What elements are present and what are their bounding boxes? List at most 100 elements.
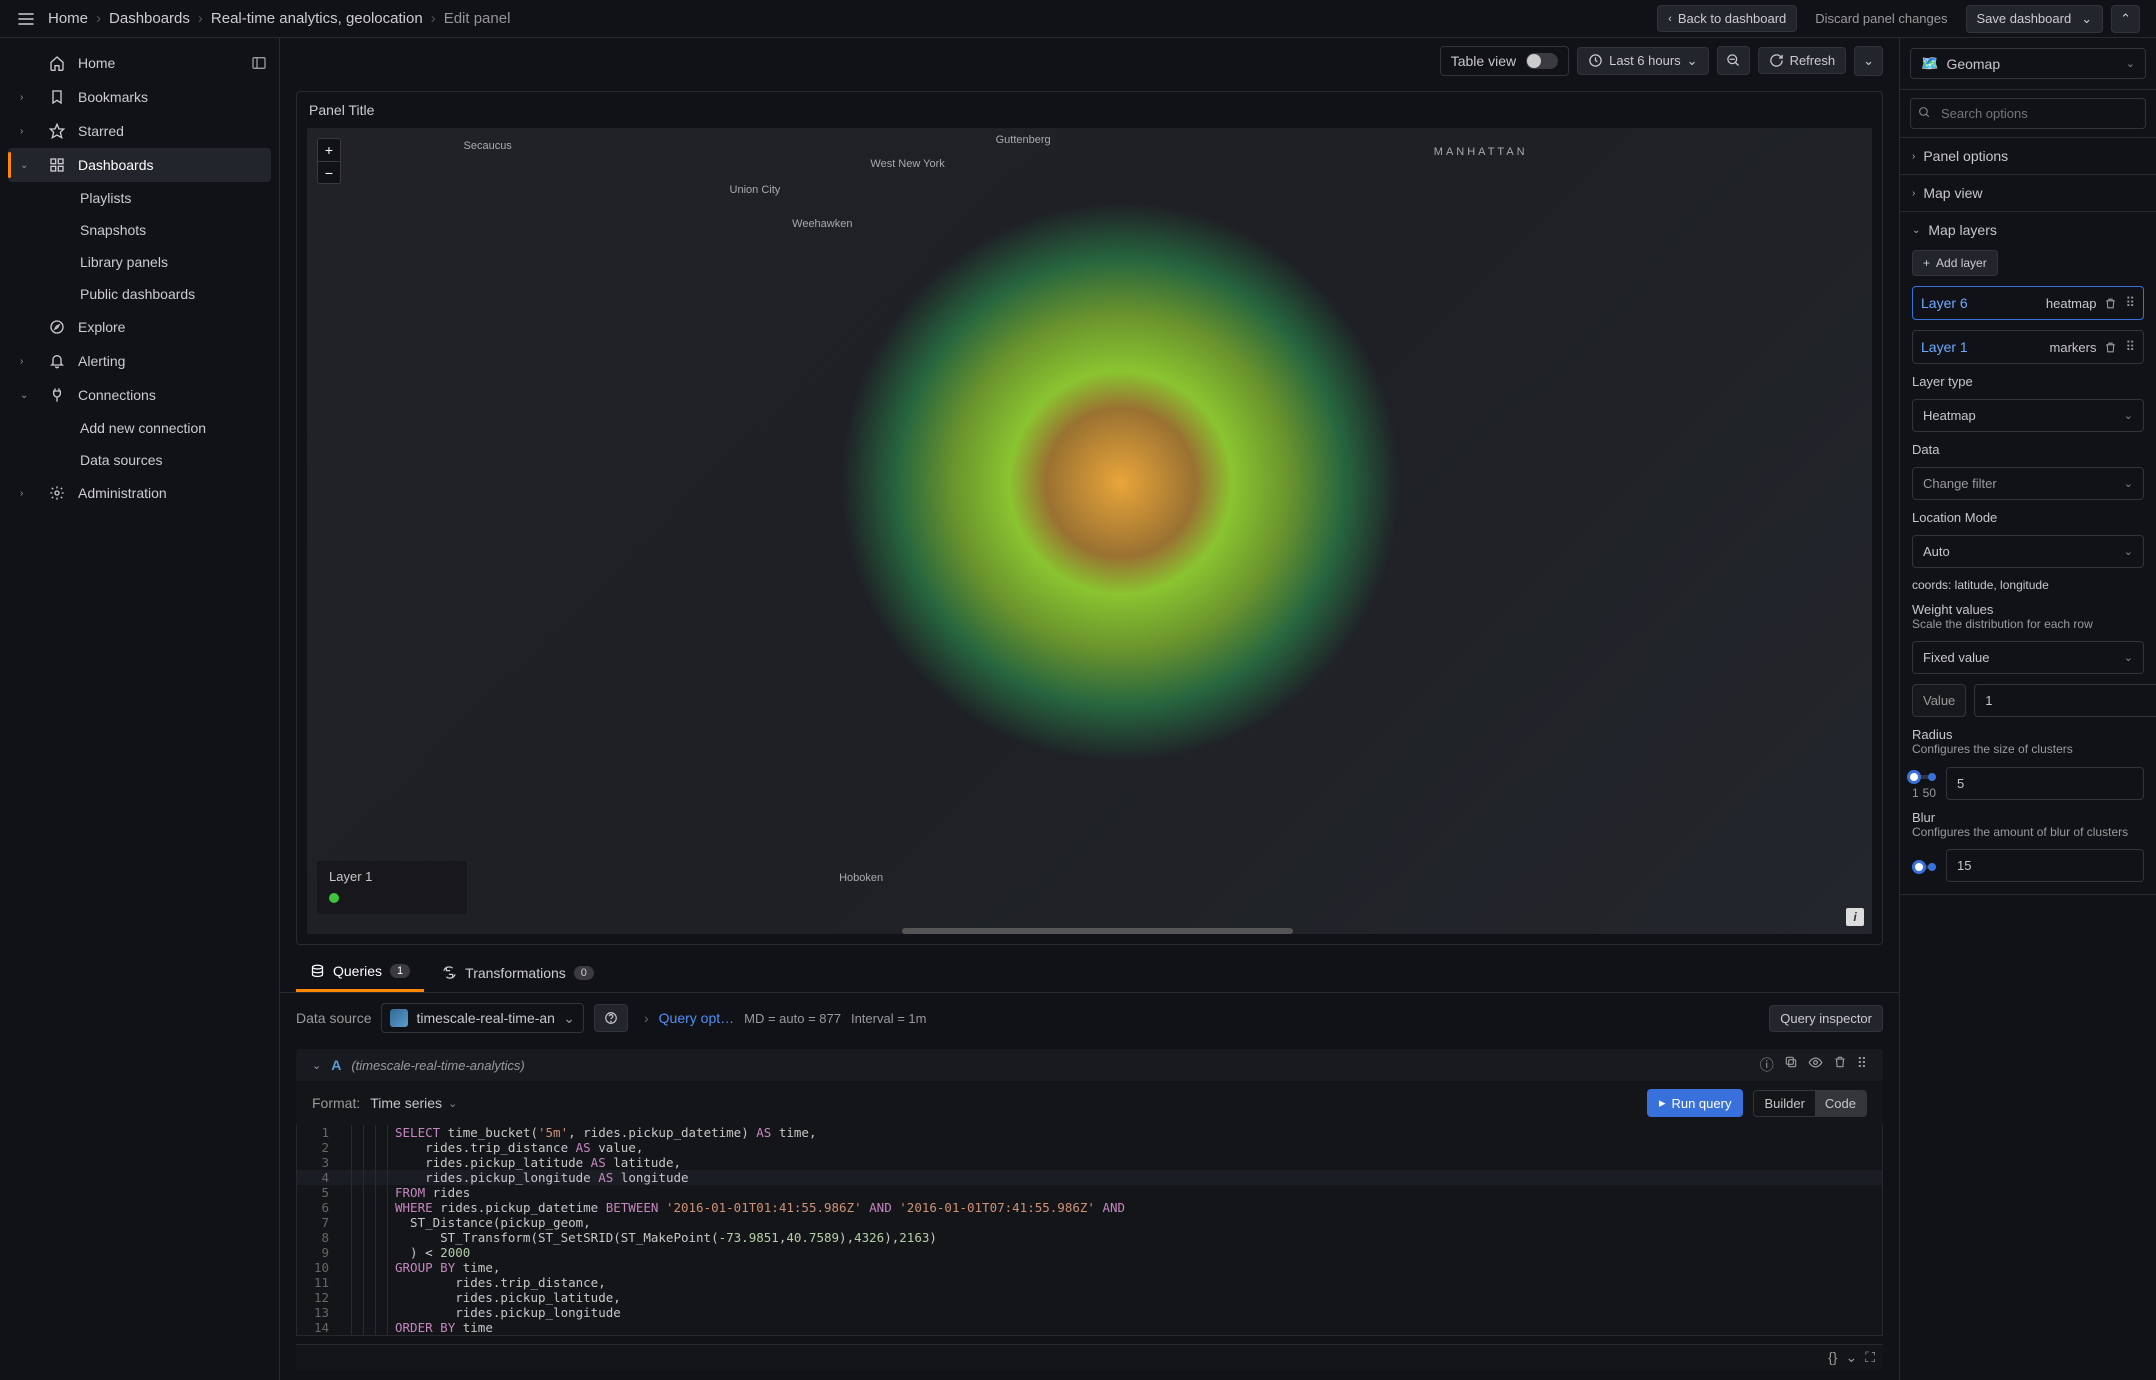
- horizontal-scrollbar[interactable]: [902, 928, 1293, 934]
- sidebar-item-admin[interactable]: ›Administration: [8, 476, 271, 510]
- layer-row-1[interactable]: Layer 1 markers ⠿: [1912, 330, 2144, 364]
- sidebar-item-datasources[interactable]: Data sources: [8, 444, 271, 476]
- time-range-button[interactable]: Last 6 hours ⌄: [1577, 47, 1708, 75]
- braces-button[interactable]: {}: [1828, 1349, 1837, 1366]
- trash-icon[interactable]: [2104, 297, 2117, 310]
- dock-icon[interactable]: [239, 47, 279, 79]
- star-icon: [48, 122, 66, 140]
- geomap[interactable]: Guttenberg Secaucus West New York Union …: [307, 128, 1872, 934]
- query-options-link[interactable]: Query opt…: [659, 1010, 734, 1026]
- sidebar-label: Home: [78, 55, 115, 71]
- copy-icon[interactable]: [1784, 1055, 1798, 1075]
- format-select[interactable]: Time series⌄: [370, 1095, 457, 1111]
- trash-icon[interactable]: [2104, 341, 2117, 354]
- sidebar-item-explore[interactable]: Explore: [8, 310, 271, 344]
- sidebar-item-library[interactable]: Library panels: [8, 246, 271, 278]
- refresh-button[interactable]: Refresh: [1758, 47, 1847, 74]
- sidebar-item-playlists[interactable]: Playlists: [8, 182, 271, 214]
- zoom-in-button[interactable]: +: [318, 139, 340, 161]
- sidebar-item-public[interactable]: Public dashboards: [8, 278, 271, 310]
- query-row-header[interactable]: ⌄ A (timescale-real-time-analytics) ⓘ ⠿: [296, 1049, 1883, 1081]
- sidebar-item-starred[interactable]: ›Starred: [8, 114, 271, 148]
- legend-dot-icon: [329, 893, 339, 903]
- trash-icon[interactable]: [1833, 1055, 1847, 1075]
- chevron-icon: ›: [20, 92, 32, 103]
- mode-builder[interactable]: Builder: [1754, 1091, 1814, 1116]
- menu-toggle-icon[interactable]: [16, 9, 36, 29]
- viz-type-select[interactable]: 🗺️ Geomap ⌄: [1910, 48, 2146, 79]
- sidebar-item-addconn[interactable]: Add new connection: [8, 412, 271, 444]
- sidebar-item-bookmarks[interactable]: ›Bookmarks: [8, 80, 271, 114]
- chevron-down-icon[interactable]: ⌄: [1845, 1349, 1857, 1366]
- refresh-icon: [1769, 53, 1784, 68]
- zoom-out-button-map[interactable]: −: [318, 161, 340, 183]
- drag-handle-icon[interactable]: ⠿: [1857, 1055, 1867, 1075]
- value-label-box: Value: [1912, 684, 1966, 717]
- help-icon: [604, 1011, 618, 1025]
- table-view-toggle[interactable]: Table view: [1440, 46, 1569, 76]
- eye-icon[interactable]: [1808, 1055, 1823, 1075]
- query-letter: A: [331, 1057, 341, 1073]
- expand-icon[interactable]: ⛶: [1865, 1349, 1875, 1366]
- section-map-view[interactable]: ›Map view: [1900, 175, 2156, 211]
- help-icon[interactable]: ⓘ: [1760, 1055, 1774, 1075]
- refresh-dropdown[interactable]: ⌄: [1854, 46, 1883, 76]
- datasource-help-button[interactable]: [594, 1004, 628, 1032]
- tab-queries[interactable]: Queries 1: [296, 953, 424, 992]
- add-layer-button[interactable]: + Add layer: [1912, 250, 1998, 276]
- section-map-layers[interactable]: ⌄Map layers: [1900, 212, 2156, 248]
- zoom-out-button[interactable]: [1717, 46, 1750, 75]
- chevron-icon: ›: [20, 488, 32, 499]
- datasource-select[interactable]: timescale-real-time-an: [381, 1003, 583, 1033]
- blur-slider[interactable]: [1912, 856, 1936, 876]
- compass-icon: [48, 318, 66, 336]
- chevron-icon: ›: [20, 356, 32, 367]
- layer-row-6[interactable]: Layer 6 heatmap ⠿: [1912, 286, 2144, 320]
- zoom-out-icon: [1726, 53, 1741, 68]
- query-interval-meta: Interval = 1m: [851, 1011, 927, 1026]
- section-panel-options[interactable]: ›Panel options: [1900, 138, 2156, 174]
- drag-handle-icon[interactable]: ⠿: [2125, 339, 2135, 355]
- sidebar-item-dashboards[interactable]: ⌄Dashboards: [8, 148, 271, 182]
- database-icon: [310, 964, 325, 979]
- value-input[interactable]: [1974, 684, 2156, 717]
- radius-input[interactable]: [1946, 767, 2144, 800]
- query-md-meta: MD = auto = 877: [744, 1011, 841, 1026]
- crumb-active: Edit panel: [444, 10, 511, 27]
- radius-slider[interactable]: [1912, 766, 1936, 786]
- discard-button[interactable]: Discard panel changes: [1805, 6, 1957, 31]
- search-options-input[interactable]: [1910, 98, 2146, 129]
- plug-icon: [48, 386, 66, 404]
- tab-transformations[interactable]: Transformations 0: [428, 955, 608, 991]
- crumb-dashboards[interactable]: Dashboards: [109, 10, 190, 27]
- query-inspector-button[interactable]: Query inspector: [1769, 1005, 1883, 1032]
- mode-code[interactable]: Code: [1815, 1091, 1866, 1116]
- layer-type-select[interactable]: Heatmap⌄: [1912, 399, 2144, 432]
- drag-handle-icon[interactable]: ⠿: [2125, 295, 2135, 311]
- sidebar-item-alerting[interactable]: ›Alerting: [8, 344, 271, 378]
- grid-icon: [48, 156, 66, 174]
- panel-title: Panel Title: [297, 92, 1882, 128]
- save-button[interactable]: Save dashboard⌄: [1966, 5, 2104, 33]
- sidebar-item-home[interactable]: Home: [8, 46, 231, 80]
- geomap-icon: 🗺️: [1921, 55, 1938, 72]
- clock-icon: [1588, 53, 1603, 68]
- crumb-page[interactable]: Real-time analytics, geolocation: [211, 10, 423, 27]
- run-query-button[interactable]: ▸ Run query: [1647, 1089, 1744, 1117]
- sidebar-item-snapshots[interactable]: Snapshots: [8, 214, 271, 246]
- back-button[interactable]: ‹Back to dashboard: [1657, 5, 1797, 32]
- blur-input[interactable]: [1946, 849, 2144, 882]
- collapse-button[interactable]: ⌃: [2111, 5, 2140, 33]
- sql-editor[interactable]: 1SELECT time_bucket('5m', rides.pickup_d…: [296, 1125, 1883, 1336]
- gear-icon: [48, 484, 66, 502]
- postgres-icon: [390, 1009, 408, 1027]
- weight-select[interactable]: Fixed value⌄: [1912, 641, 2144, 674]
- coords-info: coords: latitude, longitude: [1912, 578, 2144, 592]
- sidebar-item-connections[interactable]: ⌄Connections: [8, 378, 271, 412]
- zoom-control: + −: [317, 138, 341, 184]
- location-mode-select[interactable]: Auto⌄: [1912, 535, 2144, 568]
- crumb-home[interactable]: Home: [48, 10, 88, 27]
- map-legend: Layer 1: [317, 861, 467, 914]
- data-filter-select[interactable]: Change filter⌄: [1912, 467, 2144, 500]
- attribution-button[interactable]: i: [1846, 908, 1864, 926]
